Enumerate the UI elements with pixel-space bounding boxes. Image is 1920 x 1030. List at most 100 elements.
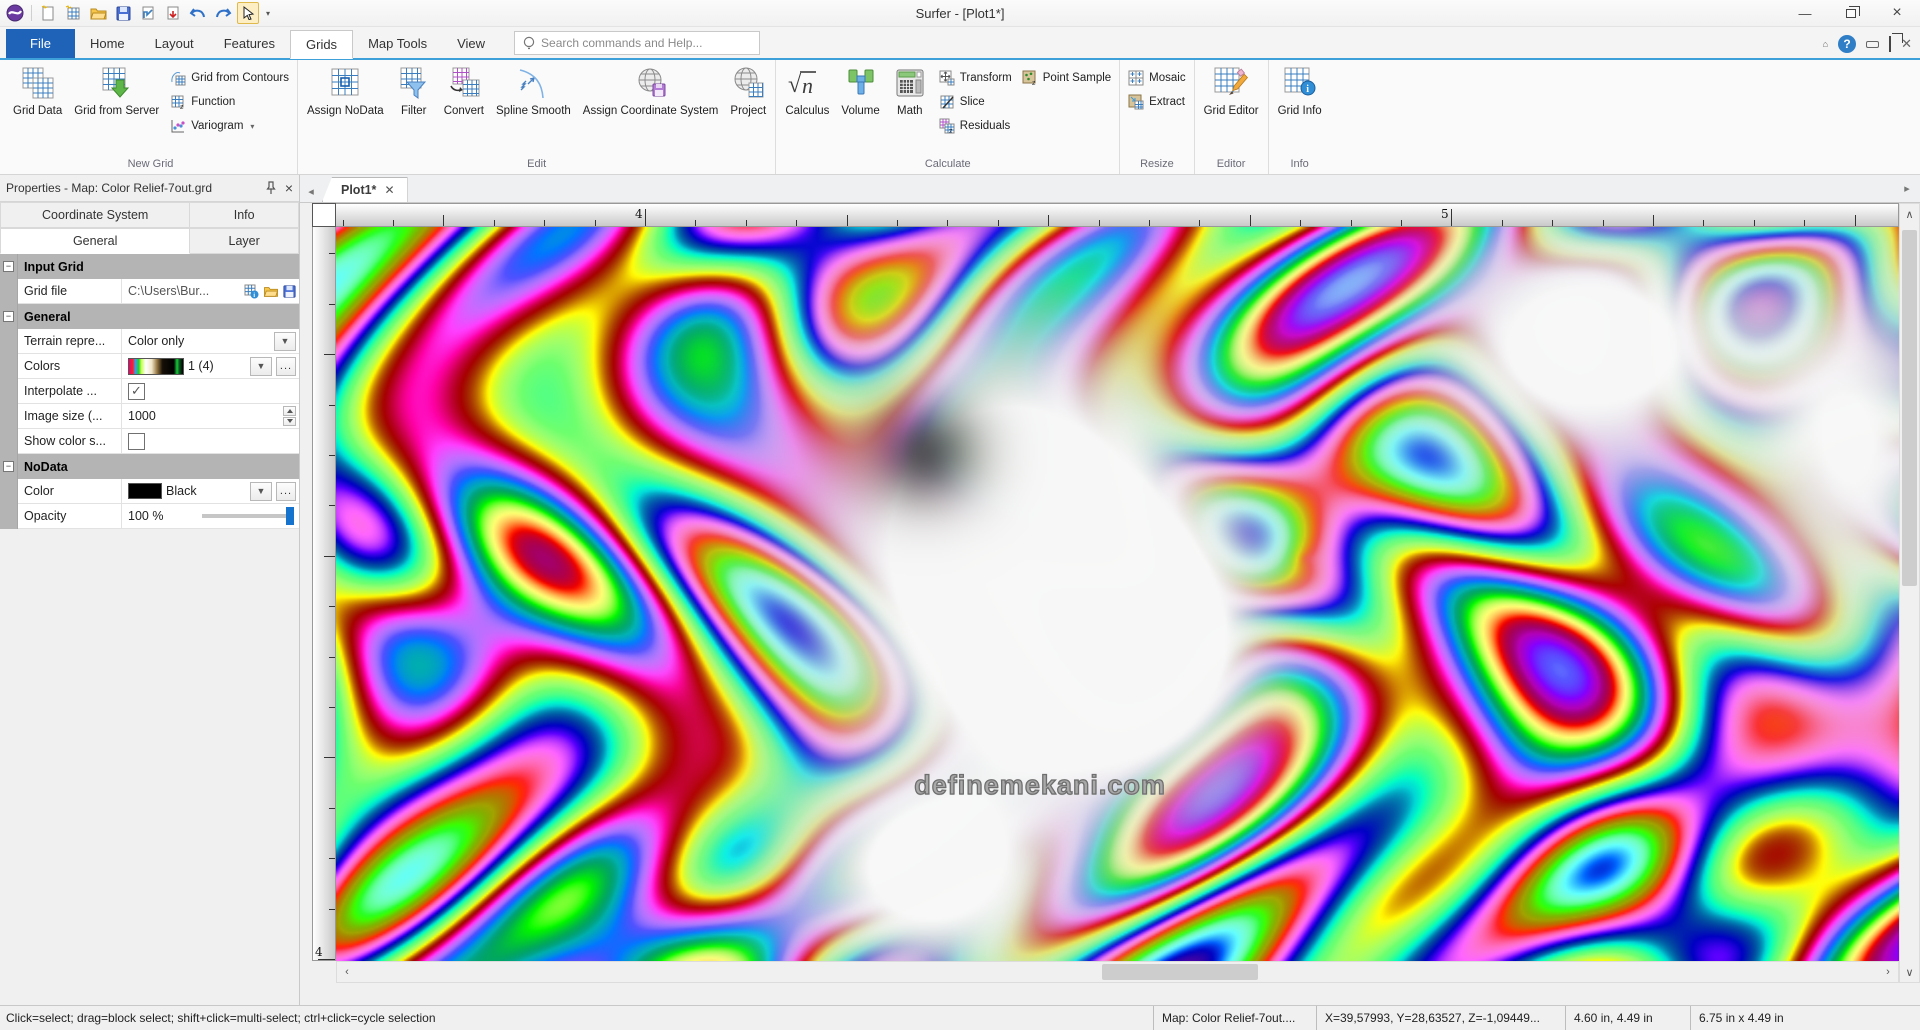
filter-button[interactable]: Filter: [391, 62, 437, 154]
svg-text:n: n: [802, 73, 813, 98]
restore-button[interactable]: [1828, 0, 1874, 26]
spline-smooth-button[interactable]: Spline Smooth: [491, 62, 576, 154]
redo-button[interactable]: [212, 2, 234, 24]
collapse-icon[interactable]: −: [3, 311, 14, 322]
vertical-scroll-thumb[interactable]: [1902, 230, 1917, 586]
collapse-icon[interactable]: −: [3, 261, 14, 272]
collapse-ribbon-icon[interactable]: ⌂: [1823, 39, 1828, 49]
mosaic-button[interactable]: Mosaic: [1124, 68, 1189, 88]
vertical-scrollbar[interactable]: ∧ ∨: [1899, 203, 1920, 983]
tab-coordinate-system[interactable]: Coordinate System: [0, 202, 190, 228]
tab-home[interactable]: Home: [75, 29, 140, 58]
color-relief-map[interactable]: [336, 227, 1899, 961]
properties-close-icon[interactable]: ×: [285, 180, 293, 196]
select-tool-button[interactable]: [237, 2, 259, 24]
tab-scroll-left-icon[interactable]: ◂: [300, 180, 322, 202]
close-button[interactable]: ×: [1874, 0, 1920, 26]
nodata-color-dropdown[interactable]: ▼: [250, 482, 272, 501]
assign-nodata-button[interactable]: Assign NoData: [302, 62, 389, 154]
project-button[interactable]: Project: [725, 62, 771, 154]
calculus-button[interactable]: √n Calculus: [780, 62, 834, 154]
image-size-value[interactable]: 1000: [128, 409, 156, 423]
row-nodata-color: Color Black ▼ ...: [0, 479, 299, 504]
grid-file-info-icon[interactable]: i: [244, 284, 259, 299]
nodata-color-more-button[interactable]: ...: [276, 482, 296, 501]
variogram-dropdown-arrow[interactable]: ▾: [250, 122, 254, 131]
interpolate-checkbox[interactable]: ✓: [128, 383, 145, 400]
slice-button[interactable]: Slice: [935, 92, 1016, 112]
tab-grids[interactable]: Grids: [290, 30, 353, 59]
collapse-icon[interactable]: −: [3, 461, 14, 472]
transform-icon: [939, 70, 955, 86]
save-button[interactable]: [112, 2, 134, 24]
qat-more-dropdown[interactable]: ▾: [262, 2, 274, 24]
tab-view[interactable]: View: [442, 29, 500, 58]
terrain-value[interactable]: Color only: [128, 334, 184, 348]
math-button[interactable]: Math: [887, 62, 933, 154]
quick-access-toolbar: ▾: [0, 2, 274, 24]
title-bar: ▾ Surfer - [Plot1*] — ×: [0, 0, 1920, 27]
image-size-spinner[interactable]: [283, 406, 296, 426]
grid-from-server-button[interactable]: Grid from Server: [69, 62, 164, 154]
grid-file-value[interactable]: C:\Users\Bur...: [128, 284, 209, 298]
tab-map-tools[interactable]: Map Tools: [353, 29, 442, 58]
volume-button[interactable]: Volume: [836, 62, 884, 154]
new-document-button[interactable]: [37, 2, 59, 24]
new-grid-document-button[interactable]: [62, 2, 84, 24]
mdi-minimize-icon[interactable]: [1866, 41, 1879, 48]
residuals-button[interactable]: z Residuals: [935, 116, 1016, 136]
grid-editor-button[interactable]: Grid Editor: [1199, 62, 1264, 154]
show-color-scale-checkbox[interactable]: [128, 433, 145, 450]
vertical-ruler[interactable]: 4: [312, 227, 336, 961]
search-box[interactable]: [514, 31, 760, 55]
assign-coordinate-system-button[interactable]: Assign Coordinate System: [578, 62, 724, 154]
scroll-left-arrow[interactable]: ‹: [337, 962, 357, 982]
transform-button[interactable]: Transform: [935, 68, 1016, 88]
import-button[interactable]: [162, 2, 184, 24]
tab-layout[interactable]: Layout: [140, 29, 209, 58]
grid-from-contours-button[interactable]: Grid from Contours: [166, 68, 293, 88]
colors-more-button[interactable]: ...: [276, 357, 296, 376]
slice-icon: [939, 94, 955, 110]
search-input[interactable]: [541, 36, 751, 50]
point-sample-button[interactable]: z Point Sample: [1018, 68, 1115, 88]
tab-layer[interactable]: Layer: [190, 228, 299, 254]
browse-folder-icon[interactable]: [263, 285, 279, 298]
tab-info[interactable]: Info: [190, 202, 299, 228]
extract-button[interactable]: Extract: [1124, 92, 1189, 112]
scroll-right-arrow[interactable]: ›: [1878, 962, 1898, 982]
function-button[interactable]: z Function: [166, 92, 293, 112]
terrain-dropdown[interactable]: ▼: [274, 332, 296, 351]
convert-button[interactable]: Convert: [439, 62, 489, 154]
undo-button[interactable]: [187, 2, 209, 24]
horizontal-ruler[interactable]: 45: [336, 203, 1899, 227]
horizontal-scrollbar[interactable]: ‹ ›: [336, 961, 1899, 983]
grid-data-button[interactable]: Grid Data: [8, 62, 67, 154]
horizontal-scroll-thumb[interactable]: [1102, 964, 1258, 980]
colormap-preview[interactable]: [128, 358, 184, 375]
tab-features[interactable]: Features: [209, 29, 290, 58]
grid-info-button[interactable]: i Grid Info: [1273, 62, 1327, 154]
variogram-button[interactable]: Variogram ▾: [166, 116, 293, 136]
mdi-restore-icon[interactable]: [1889, 37, 1891, 51]
export-button[interactable]: [137, 2, 159, 24]
save-grid-icon[interactable]: [283, 285, 296, 298]
opacity-slider[interactable]: [202, 504, 294, 528]
plot-workspace: 45 4 definemekani.com ‹ › ∧ ∨: [300, 203, 1920, 1005]
scroll-up-arrow[interactable]: ∧: [1900, 204, 1920, 224]
open-button[interactable]: [87, 2, 109, 24]
ribbon-group-resize: Mosaic Extract Resize: [1119, 60, 1193, 174]
tab-close-icon[interactable]: ✕: [384, 183, 394, 197]
nodata-color-swatch[interactable]: [128, 483, 162, 499]
colors-dropdown[interactable]: ▼: [250, 357, 272, 376]
tab-general[interactable]: General: [0, 228, 190, 254]
pin-icon[interactable]: [265, 181, 277, 195]
group-label-edit: Edit: [302, 157, 771, 174]
help-icon[interactable]: ?: [1838, 35, 1856, 53]
document-tab-plot1[interactable]: Plot1* ✕: [322, 177, 408, 202]
map-view[interactable]: definemekani.com: [336, 227, 1899, 961]
tab-file[interactable]: File: [6, 29, 75, 58]
tab-scroll-right-icon[interactable]: ▸: [1896, 177, 1918, 199]
minimize-button[interactable]: —: [1782, 0, 1828, 26]
scroll-down-arrow[interactable]: ∨: [1900, 962, 1920, 982]
